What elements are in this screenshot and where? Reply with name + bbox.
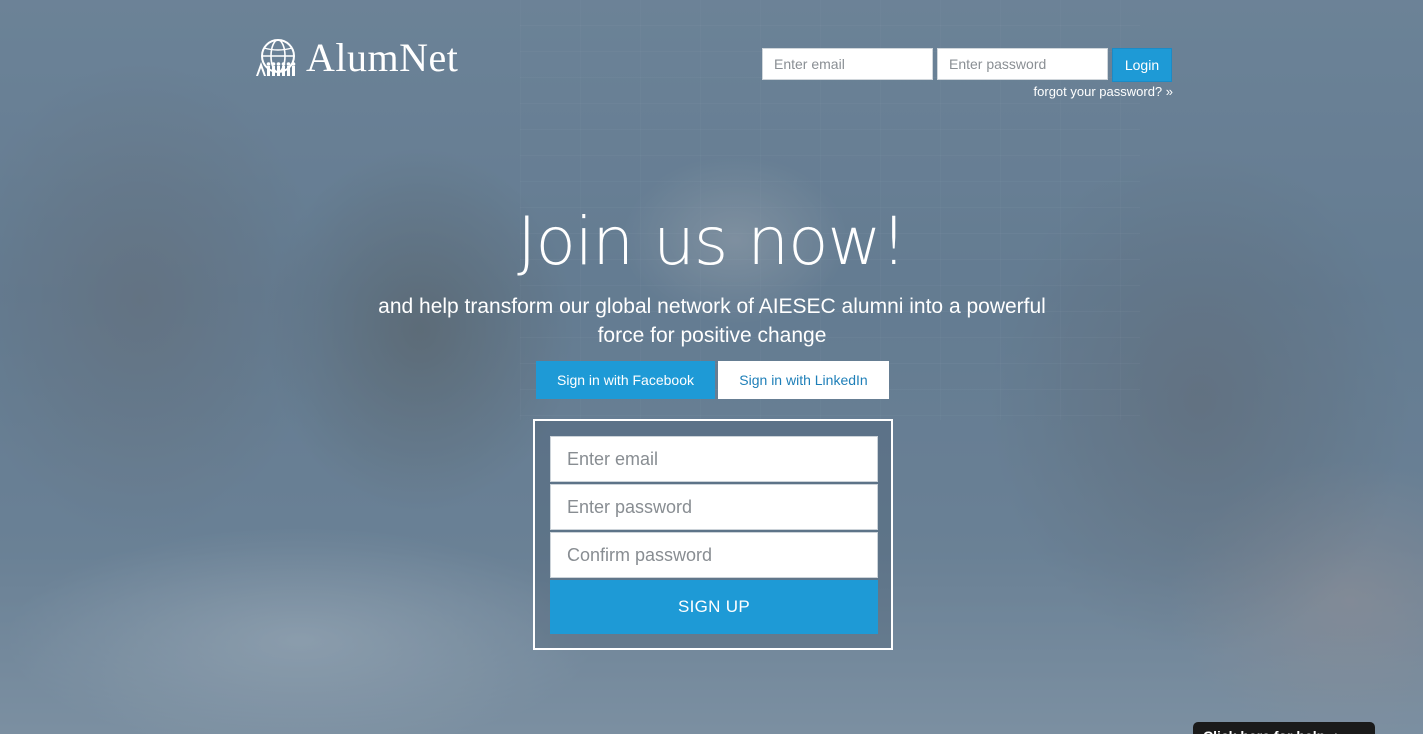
alumnet-globe-logo-icon bbox=[254, 38, 300, 78]
signup-form: SIGN UP bbox=[533, 419, 893, 650]
signup-password-input[interactable] bbox=[550, 484, 878, 530]
header-password-input[interactable] bbox=[937, 48, 1108, 80]
site-logo[interactable]: AlumNet bbox=[254, 38, 458, 78]
signup-button[interactable]: SIGN UP bbox=[550, 580, 878, 634]
linkedin-signin-button[interactable]: Sign in with LinkedIn bbox=[718, 361, 889, 399]
signup-email-input[interactable] bbox=[550, 436, 878, 482]
header-email-input[interactable] bbox=[762, 48, 933, 80]
forgot-password-link[interactable]: forgot your password? » bbox=[1034, 84, 1173, 99]
facebook-signin-button[interactable]: Sign in with Facebook bbox=[536, 361, 715, 399]
hero-subtitle: and help transform our global network of… bbox=[378, 295, 1046, 347]
hero-title: Join us now! bbox=[517, 203, 907, 280]
signup-confirm-password-input[interactable] bbox=[550, 532, 878, 578]
logo-text: AlumNet bbox=[306, 35, 459, 80]
header-login-form: Login bbox=[762, 48, 1172, 82]
landing-page: AlumNet Login forgot your password? » Jo… bbox=[0, 0, 1423, 734]
help-tab[interactable]: Click here for help ▲ bbox=[1193, 722, 1375, 734]
login-button[interactable]: Login bbox=[1112, 48, 1172, 82]
social-signin-buttons: Sign in with Facebook Sign in with Linke… bbox=[536, 361, 889, 399]
